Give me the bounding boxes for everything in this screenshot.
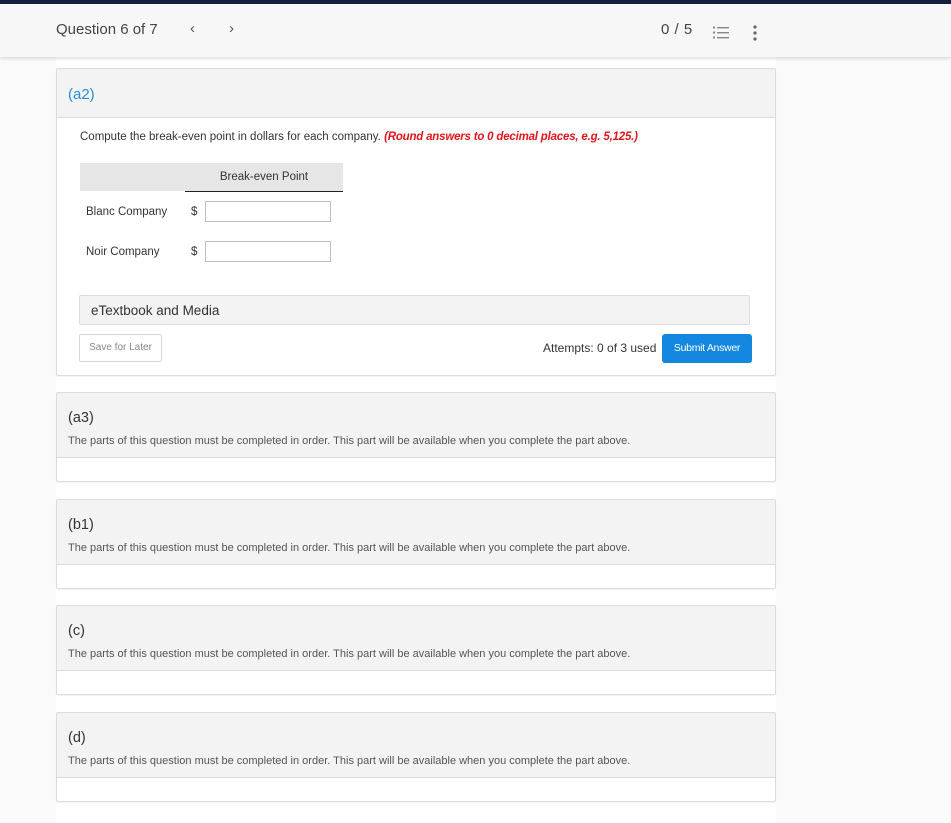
part-b1-label: (b1) [68,517,94,533]
instruction-text: Compute the break-even point in dollars … [80,131,638,143]
part-header [57,606,775,671]
save-for-later-button[interactable]: Save for Later [79,334,162,362]
part-c-card: (c) The parts of this question must be c… [56,605,776,695]
part-b1-card: (b1) The parts of this question must be … [56,499,776,589]
rounding-hint: (Round answers to 0 decimal places, e.g.… [384,131,638,143]
blanc-break-even-input[interactable] [205,201,331,222]
part-a2-card: (a2) Compute the break-even point in dol… [56,68,776,376]
question-header: Question 6 of 7 ‹ › 0 / 5 [0,4,951,57]
part-header [57,713,775,778]
chevron-right-icon[interactable]: › [229,20,234,37]
etextbook-media-toggle[interactable]: eTextbook and Media [79,295,750,325]
part-a2-header [57,69,775,118]
part-d-label: (d) [68,730,86,746]
part-c-label: (c) [68,623,85,639]
row-label-blanc: Blanc Company [86,206,168,218]
part-a2-label: (a2) [68,86,95,103]
part-a3-card: (a3) The parts of this question must be … [56,392,776,482]
part-header [57,393,775,458]
column-header-break-even: Break-even Point [185,163,343,192]
chevron-left-icon[interactable]: ‹ [190,20,195,37]
noir-break-even-input[interactable] [205,241,331,262]
question-counter: Question 6 of 7 [56,21,158,38]
row-label-noir: Noir Company [86,246,160,258]
locked-message: The parts of this question must be compl… [68,755,631,767]
locked-message: The parts of this question must be compl… [68,542,631,554]
attempts-counter: Attempts: 0 of 3 used [543,341,657,355]
submit-answer-button[interactable]: Submit Answer [662,334,752,363]
score-display: 0 / 5 [661,21,693,38]
numbered-list-icon[interactable] [713,26,729,40]
instruction: Compute the break-even point in dollars … [80,131,381,143]
part-header [57,500,775,565]
part-a3-label: (a3) [68,410,94,426]
currency-symbol: $ [191,206,198,218]
locked-message: The parts of this question must be compl… [68,435,631,447]
currency-symbol: $ [191,246,198,258]
locked-message: The parts of this question must be compl… [68,648,631,660]
more-vertical-icon[interactable] [752,25,758,41]
part-d-card: (d) The parts of this question must be c… [56,712,776,802]
